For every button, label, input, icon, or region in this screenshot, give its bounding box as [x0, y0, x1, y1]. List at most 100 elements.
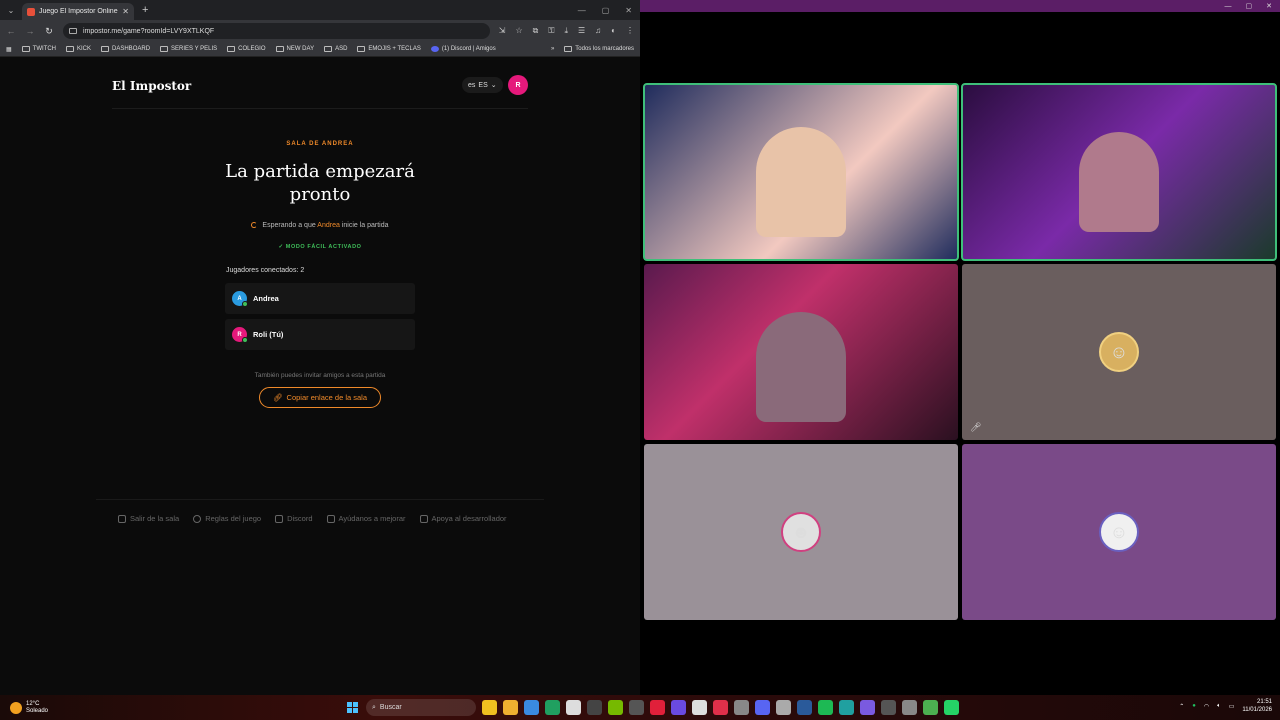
reading-list-icon[interactable]: ☰ — [578, 26, 585, 36]
taskbar: 12°C Soleado ⌕ Buscar ⌃ ● ◠ 🔈︎ ▭ 21:51 1… — [0, 695, 1280, 720]
address-bar: ← → ↻ impostor.me/game?roomId=LVY9XTLKQF… — [0, 20, 640, 42]
bookmark-twitch[interactable]: TWITCH — [21, 46, 56, 52]
back-icon[interactable]: ← — [6, 26, 16, 36]
close-tab-icon[interactable]: ✕ — [122, 7, 129, 16]
tab-bar: ⌄ Juego El Impostor Online - Jueg ✕ + — … — [0, 0, 640, 20]
minimize-icon[interactable]: — — [1225, 3, 1232, 10]
whatsapp-icon[interactable] — [944, 700, 959, 715]
video-tile-avatar[interactable]: ☻ — [644, 444, 958, 620]
extensions-icon[interactable]: ⧉ — [533, 26, 539, 36]
footer-links: Salir de la sala Reglas del juego Discor… — [118, 514, 507, 523]
site-info-icon[interactable] — [69, 28, 77, 34]
volume-icon[interactable]: 🔈︎ — [1217, 703, 1221, 710]
app-icon[interactable] — [860, 700, 875, 715]
page-content: El Impostor es ES ⌄ R SALA DE ANDREA La … — [0, 57, 640, 695]
discord-icon — [275, 514, 284, 523]
download-icon[interactable]: ⤓ — [564, 26, 568, 36]
more-bookmarks-icon[interactable]: » — [551, 46, 554, 52]
video-tile-avatar[interactable]: ☺ — [962, 444, 1276, 620]
app-icon[interactable] — [566, 700, 581, 715]
players-title: Jugadores conectados: 2 — [226, 267, 305, 274]
close-window-icon[interactable]: ✕ — [625, 6, 632, 15]
app-icon[interactable] — [524, 700, 539, 715]
weather-widget[interactable]: 12°C Soleado — [0, 701, 48, 715]
bookmark-asd[interactable]: ASD — [324, 46, 347, 52]
reload-icon[interactable]: ↻ — [44, 26, 54, 37]
user-avatar[interactable]: R — [508, 75, 528, 95]
close-window-icon[interactable]: ✕ — [1266, 2, 1272, 10]
folder-icon — [227, 46, 236, 52]
folder-icon[interactable] — [503, 700, 518, 715]
language-selector[interactable]: es ES ⌄ — [462, 77, 503, 93]
app-icon[interactable] — [692, 700, 707, 715]
easy-mode-badge: ✓ MODO FÁCIL ACTIVADO — [278, 244, 362, 250]
bookmark-dashboard[interactable]: DASHBOARD — [101, 46, 150, 52]
start-button[interactable] — [347, 702, 358, 713]
spotify-icon[interactable] — [818, 700, 833, 715]
site-logo[interactable]: El Impostor — [112, 79, 191, 93]
video-tile-camera[interactable] — [961, 83, 1277, 261]
menu-icon[interactable]: ⋮ — [626, 26, 634, 36]
page-title: La partida empezará pronto — [225, 161, 415, 205]
app-icon[interactable] — [902, 700, 917, 715]
all-bookmarks[interactable]: Todos los marcadores — [564, 46, 634, 52]
bookmark-colegio[interactable]: COLEGIO — [227, 46, 266, 52]
bookmark-kick[interactable]: KICK — [66, 46, 91, 52]
feedback-link[interactable]: Ayúdanos a mejorar — [326, 514, 406, 523]
password-icon[interactable]: ⚿ — [548, 26, 554, 36]
maximize-icon[interactable]: ▢ — [602, 6, 610, 15]
support-dev-link[interactable]: Apoya al desarrollador — [419, 514, 507, 523]
tiktok-icon[interactable] — [713, 700, 728, 715]
media-icon[interactable]: ♫ — [595, 26, 601, 36]
apps-icon[interactable]: ▦ — [6, 46, 12, 53]
app-icon[interactable] — [671, 700, 686, 715]
app-icon[interactable] — [881, 700, 896, 715]
maximize-icon[interactable]: ▢ — [1246, 2, 1253, 10]
app-icon[interactable] — [629, 700, 644, 715]
app-icon[interactable] — [776, 700, 791, 715]
app-icon[interactable] — [650, 700, 665, 715]
site-favicon-icon — [27, 7, 35, 16]
video-tile-camera[interactable] — [644, 264, 958, 440]
url-text: impostor.me/game?roomId=LVY9XTLKQF — [83, 27, 215, 35]
leave-room-link[interactable]: Salir de la sala — [118, 514, 179, 523]
nvidia-icon[interactable] — [608, 700, 623, 715]
install-icon[interactable]: ⇲ — [499, 26, 506, 36]
video-tile-avatar[interactable]: ☺ 🎤︎ — [962, 264, 1276, 440]
forward-icon[interactable]: → — [25, 26, 35, 36]
sun-icon — [10, 701, 22, 714]
profile-icon[interactable]: ◐ — [611, 26, 616, 36]
bookmark-new-day[interactable]: NEW DAY — [275, 46, 314, 52]
bookmark-discord[interactable]: (1) Discord | Amigos — [430, 46, 496, 52]
app-icon[interactable] — [839, 700, 854, 715]
app-icon[interactable] — [734, 700, 749, 715]
bookmark-star-icon[interactable]: ☆ — [515, 26, 522, 36]
minimize-icon[interactable]: — — [578, 6, 586, 15]
tab-search-icon[interactable]: ⌄ — [0, 0, 22, 20]
file-explorer-icon[interactable] — [482, 700, 497, 715]
app-icon[interactable] — [545, 700, 560, 715]
copy-room-link-button[interactable]: 🔗︎ Copiar enlace de la sala — [259, 387, 381, 408]
chrome-icon[interactable] — [923, 700, 938, 715]
coffee-icon — [419, 514, 428, 523]
video-tile-camera[interactable] — [643, 83, 959, 261]
new-tab-icon[interactable]: + — [142, 4, 148, 16]
wifi-icon[interactable]: ◠ — [1204, 703, 1209, 710]
discord-icon[interactable] — [755, 700, 770, 715]
tray-app-icon[interactable]: ● — [1192, 703, 1196, 709]
clock[interactable]: 21:51 11/01/2026 — [1242, 698, 1272, 714]
steam-icon[interactable] — [797, 700, 812, 715]
app-icon[interactable] — [587, 700, 602, 715]
folder-icon — [324, 46, 333, 52]
bookmark-series[interactable]: SERIES Y PELIS — [160, 46, 217, 52]
rules-link[interactable]: Reglas del juego — [193, 514, 261, 523]
bookmark-emojis[interactable]: EMOJIS + TECLAS — [357, 46, 421, 52]
active-tab[interactable]: Juego El Impostor Online - Jueg ✕ — [22, 3, 134, 20]
participant-video — [756, 312, 846, 422]
taskbar-search[interactable]: ⌕ Buscar — [366, 699, 476, 716]
discord-link[interactable]: Discord — [275, 514, 313, 523]
url-field[interactable]: impostor.me/game?roomId=LVY9XTLKQF — [63, 23, 490, 39]
host-name: Andrea — [317, 222, 340, 229]
tray-chevron-icon[interactable]: ⌃ — [1179, 703, 1184, 710]
battery-icon[interactable]: ▭ — [1229, 703, 1235, 710]
